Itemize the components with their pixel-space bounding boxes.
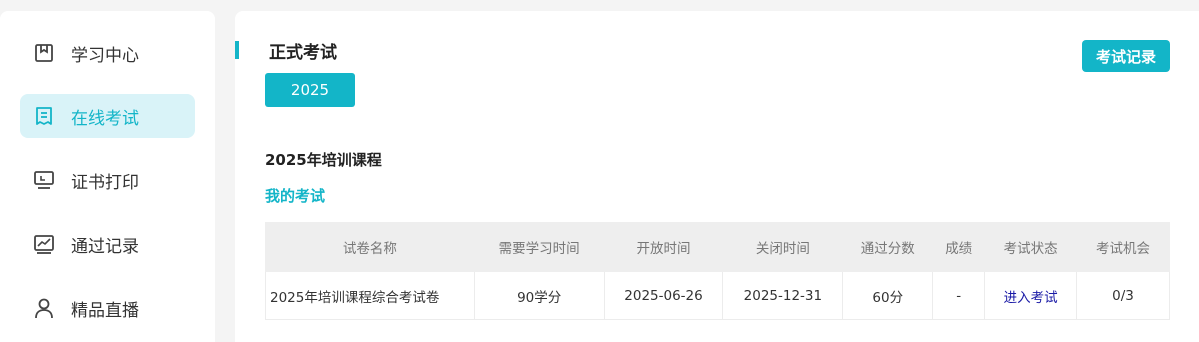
table-header: 关闭时间	[722, 222, 844, 272]
monitor-icon	[33, 169, 55, 191]
chart-icon	[33, 233, 55, 255]
table-row: 2025年培训课程综合考试卷 90学分 2025-06-26 2025-12-3…	[265, 271, 1170, 320]
sidebar-item-label: 在线考试	[71, 108, 139, 129]
bookmark-icon	[33, 42, 55, 64]
table-header-row: 试卷名称 需要学习时间 开放时间 关闭时间 通过分数 成绩 考试状态 考试机会	[265, 222, 1170, 272]
open-time-cell: 2025-06-26	[603, 271, 724, 320]
sidebar-item-live[interactable]: 精品直播	[20, 286, 195, 330]
sidebar-item-pass-record[interactable]: 通过记录	[20, 222, 195, 266]
table-header: 成绩	[932, 222, 986, 272]
year-tab-button[interactable]: 2025	[265, 73, 355, 107]
exam-record-button[interactable]: 考试记录	[1082, 40, 1170, 72]
section-title: 我的考试	[265, 187, 326, 205]
document-icon	[33, 105, 55, 127]
exam-chances-cell: 0/3	[1076, 271, 1170, 320]
sidebar: 学习中心 在线考试 证书打印 通过记录 精品直播	[0, 11, 215, 342]
sidebar-item-certificate-print[interactable]: 证书打印	[20, 158, 195, 202]
table-header: 考试状态	[984, 222, 1078, 272]
table-header: 试卷名称	[265, 222, 475, 272]
sidebar-item-label: 精品直播	[71, 300, 139, 321]
sidebar-item-label: 学习中心	[71, 45, 139, 66]
sidebar-item-online-exam[interactable]: 在线考试	[20, 94, 195, 138]
course-title: 2025年培训课程	[265, 151, 382, 169]
required-credit-cell: 90学分	[473, 271, 605, 320]
exam-status-cell: 进入考试	[984, 271, 1078, 320]
table-header: 需要学习时间	[473, 222, 605, 272]
table-header: 考试机会	[1076, 222, 1170, 272]
pass-score-cell: 60分	[842, 271, 934, 320]
table-header: 通过分数	[842, 222, 934, 272]
title-accent-bar	[235, 41, 239, 59]
sidebar-item-study-center[interactable]: 学习中心	[20, 31, 195, 75]
user-icon	[33, 297, 55, 319]
sidebar-item-label: 证书打印	[71, 172, 139, 193]
main-panel: 正式考试 考试记录 2025 2025年培训课程 我的考试 试卷名称 需要学习时…	[235, 11, 1199, 342]
table-header: 开放时间	[603, 222, 724, 272]
score-cell: -	[932, 271, 986, 320]
close-time-cell: 2025-12-31	[722, 271, 844, 320]
exam-table: 试卷名称 需要学习时间 开放时间 关闭时间 通过分数 成绩 考试状态 考试机会 …	[265, 222, 1170, 320]
sidebar-item-label: 通过记录	[71, 236, 139, 257]
page-title: 正式考试	[269, 43, 337, 63]
enter-exam-link[interactable]: 进入考试	[1004, 290, 1058, 306]
exam-name-cell: 2025年培训课程综合考试卷	[265, 271, 475, 320]
